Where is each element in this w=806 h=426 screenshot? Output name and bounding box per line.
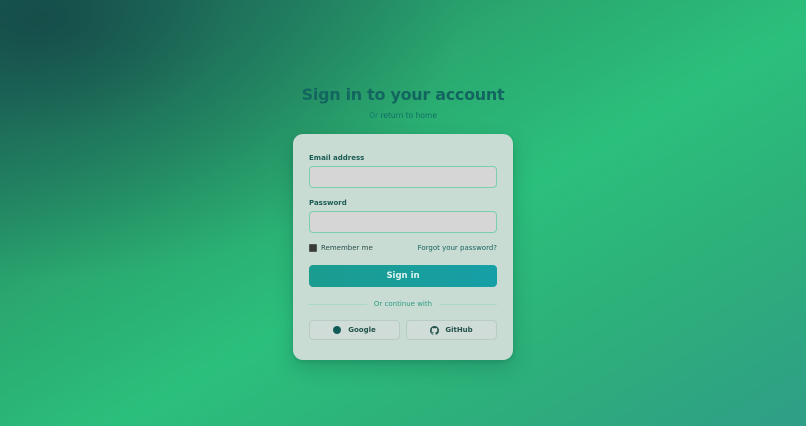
forgot-password-link[interactable]: Forgot your password? xyxy=(418,244,497,252)
google-label: Google xyxy=(348,326,376,334)
signin-button[interactable]: Sign in xyxy=(309,265,497,287)
email-label: Email address xyxy=(309,154,365,162)
remember-me[interactable]: Remember me xyxy=(309,244,373,252)
password-field[interactable] xyxy=(309,211,497,233)
google-button[interactable]: Google xyxy=(309,320,400,340)
remember-label: Remember me xyxy=(321,244,373,252)
google-icon xyxy=(333,326,342,334)
github-label: GitHub xyxy=(445,326,473,334)
signin-card: Email address Password Remember me Forgo… xyxy=(293,134,513,360)
return-home-link[interactable]: return to home xyxy=(380,111,437,120)
continue-divider: Or continue with xyxy=(309,299,497,309)
page-header: Sign in to your account Or return to hom… xyxy=(0,85,806,121)
divider-text: Or continue with xyxy=(373,300,433,308)
password-label: Password xyxy=(309,199,347,207)
subtitle-prefix: Or xyxy=(369,111,381,120)
email-field[interactable] xyxy=(309,166,497,188)
page-title: Sign in to your account xyxy=(301,85,505,104)
github-icon xyxy=(430,325,440,335)
github-button[interactable]: GitHub xyxy=(406,320,497,340)
remember-checkbox[interactable] xyxy=(309,244,317,252)
page-subtitle: Or return to home xyxy=(0,111,806,121)
